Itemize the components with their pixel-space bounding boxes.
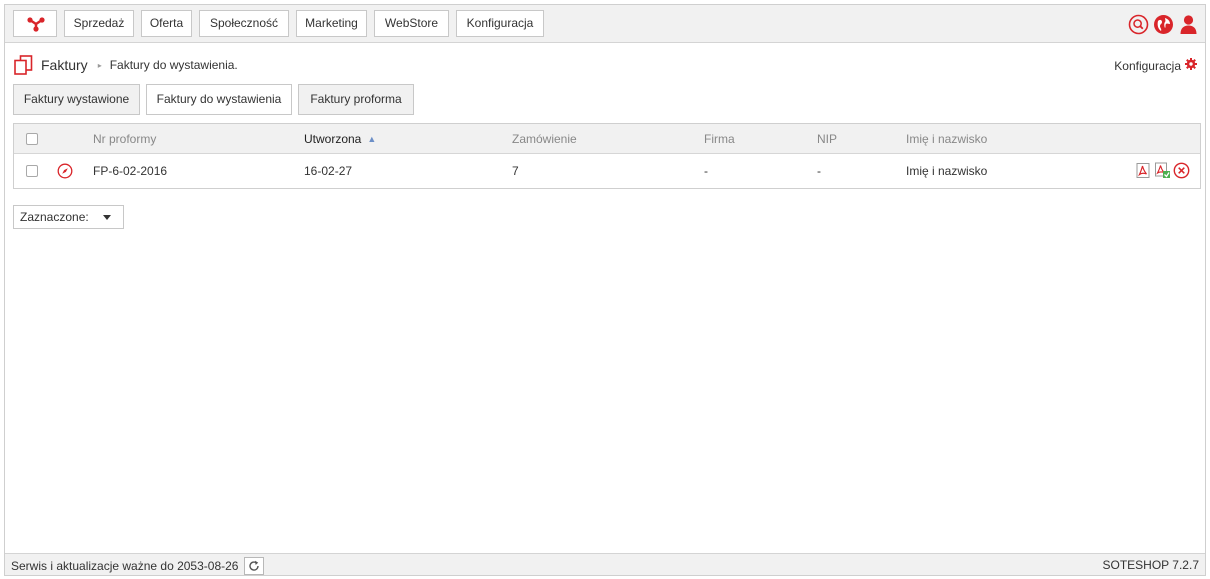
config-link[interactable]: Konfiguracja — [1114, 58, 1197, 73]
documents-icon — [13, 55, 35, 75]
version-label: SOTESHOP 7.2.7 — [1102, 558, 1200, 572]
cell-utworzona: 16-02-27 — [304, 164, 353, 178]
breadcrumb: Faktury ▸ Faktury do wystawienia. — [13, 55, 238, 75]
row-select-cell — [26, 154, 38, 188]
table-row: FP-6-02-2016 16-02-27 7 - - Imię i nazwi… — [14, 154, 1200, 188]
gear-icon — [1185, 58, 1197, 73]
invoices-table: Nr proformy Utworzona ▲ Zamówienie Firma… — [13, 123, 1201, 189]
nav-oferta[interactable]: Oferta — [141, 10, 192, 37]
search-icon[interactable] — [1128, 14, 1149, 35]
selected-actions-label: Zaznaczone: — [20, 210, 89, 224]
nav-konfiguracja[interactable]: Konfiguracja — [456, 10, 544, 37]
breadcrumb-current: Faktury do wystawienia. — [109, 58, 238, 72]
breadcrumb-separator: ▸ — [97, 60, 102, 70]
cell-imie-nazwisko: Imię i nazwisko — [906, 164, 988, 178]
column-utworzona[interactable]: Utworzona ▲ — [304, 124, 376, 153]
column-nr-proformy[interactable]: Nr proformy — [93, 124, 156, 153]
edit-compass-icon[interactable] — [57, 154, 73, 188]
cell-nr-proformy[interactable]: FP-6-02-2016 — [93, 154, 167, 188]
row-actions — [1135, 162, 1190, 179]
tab-faktury-proforma[interactable]: Faktury proforma — [298, 84, 414, 115]
column-firma[interactable]: Firma — [704, 124, 735, 153]
table-header: Nr proformy Utworzona ▲ Zamówienie Firma… — [14, 124, 1200, 154]
service-info: Serwis i aktualizacje ważne do 2053-08-2… — [11, 557, 265, 575]
cell-zamowienie[interactable]: 7 — [512, 154, 519, 188]
cell-firma: - — [704, 164, 708, 178]
soteshop-logo-icon — [27, 17, 45, 32]
select-all-checkbox[interactable] — [26, 132, 38, 145]
column-imie-nazwisko[interactable]: Imię i nazwisko — [906, 124, 987, 153]
breadcrumb-title[interactable]: Faktury — [41, 57, 88, 73]
row-checkbox[interactable] — [26, 165, 38, 177]
tab-faktury-do-wystawienia[interactable]: Faktury do wystawienia — [146, 84, 292, 115]
sort-ascending-icon: ▲ — [367, 133, 377, 144]
column-zamowienie[interactable]: Zamówienie — [512, 124, 577, 153]
refresh-button[interactable] — [244, 557, 265, 575]
pdf-icon[interactable] — [1135, 162, 1152, 179]
status-footer: Serwis i aktualizacje ważne do 2053-08-2… — [5, 553, 1205, 575]
globe-icon[interactable] — [1153, 14, 1174, 35]
delete-icon[interactable] — [1173, 162, 1190, 179]
column-nip[interactable]: NIP — [817, 124, 837, 153]
nav-spolecznosc[interactable]: Społeczność — [199, 10, 289, 37]
refresh-icon — [249, 560, 260, 571]
column-utworzona-label: Utworzona — [304, 131, 362, 146]
cell-nip: - — [817, 164, 821, 178]
tab-faktury-wystawione[interactable]: Faktury wystawione — [13, 84, 140, 115]
config-link-label: Konfiguracja — [1114, 58, 1181, 73]
home-button[interactable] — [13, 10, 57, 37]
nav-sprzedaz[interactable]: Sprzedaż — [64, 10, 134, 37]
select-all-cell — [26, 124, 38, 153]
nav-marketing[interactable]: Marketing — [296, 10, 367, 37]
top-navigation: Sprzedaż Oferta Społeczność Marketing We… — [5, 5, 1205, 43]
selected-actions-dropdown[interactable]: Zaznaczone: — [13, 205, 124, 229]
user-icon[interactable] — [1178, 14, 1199, 35]
chevron-down-icon — [103, 215, 111, 220]
nav-webstore[interactable]: WebStore — [374, 10, 449, 37]
app-frame: Sprzedaż Oferta Społeczność Marketing We… — [4, 4, 1206, 576]
pdf-export-icon[interactable] — [1154, 162, 1171, 179]
service-text: Serwis i aktualizacje ważne do 2053-08-2… — [11, 559, 239, 573]
top-right-icons — [1128, 13, 1199, 35]
